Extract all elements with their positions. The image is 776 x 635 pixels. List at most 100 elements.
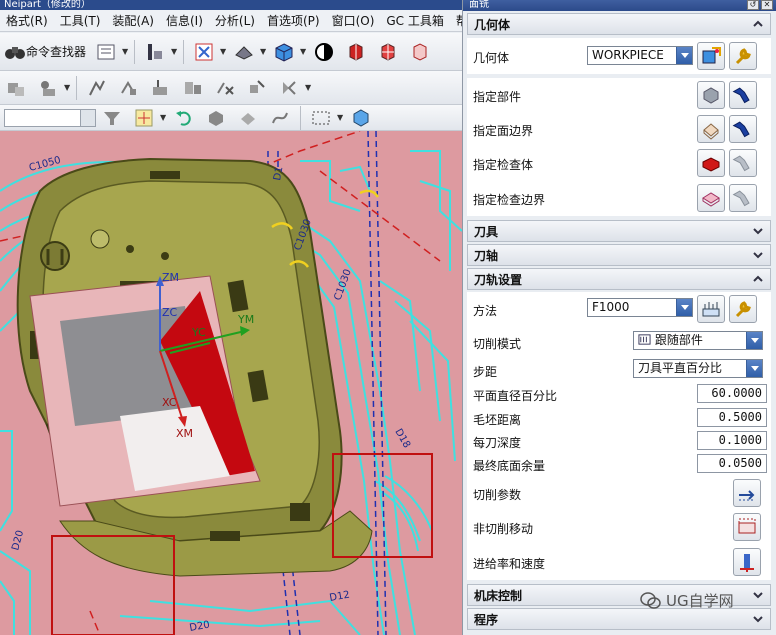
info-icon[interactable] <box>142 39 168 65</box>
component-icon[interactable] <box>35 75 61 101</box>
display-face-boundary-button[interactable] <box>729 115 757 143</box>
feeds-speeds-row: 进给率和速度 <box>467 544 771 580</box>
menu-preferences[interactable]: 首选项(P) <box>261 10 326 31</box>
method-select[interactable]: F1000 <box>587 298 693 317</box>
dropdown-arrow-icon[interactable]: ▼ <box>305 83 313 92</box>
specify-part-button[interactable] <box>697 81 725 109</box>
cutting-params-icon <box>739 490 755 501</box>
part-outline-icon[interactable] <box>407 39 433 65</box>
dropdown-arrow-icon[interactable]: ▼ <box>171 47 179 56</box>
dropdown-arrow-icon[interactable]: ▼ <box>300 47 308 56</box>
command-finder-button[interactable]: 命令查找器 <box>0 39 90 65</box>
section-header-tool[interactable]: 刀具 <box>467 220 771 242</box>
menu-tools[interactable]: 工具(T) <box>54 10 107 31</box>
specify-check-body-button[interactable] <box>697 149 725 177</box>
axis-label-ym: YM <box>237 313 254 326</box>
dropdown-arrow-icon[interactable]: ▼ <box>337 113 345 122</box>
flat-percent-input[interactable]: 60.0000 <box>697 384 767 403</box>
view-cube-small-icon[interactable] <box>348 105 374 130</box>
axis-label-xm: XM <box>176 427 193 440</box>
cut-pattern-select[interactable]: 跟随部件 <box>633 331 763 350</box>
list-icon[interactable] <box>93 39 119 65</box>
specify-face-boundary-row: 指定面边界 <box>467 112 771 146</box>
final-floor-stock-input[interactable]: 0.0500 <box>697 454 767 473</box>
section-header-tool-axis[interactable]: 刀轴 <box>467 244 771 266</box>
part-red-icon[interactable] <box>343 39 369 65</box>
select-value: WORKPIECE <box>592 48 664 62</box>
dropdown-arrow-icon[interactable]: ▼ <box>160 113 168 122</box>
menu-info[interactable]: 信息(I) <box>160 10 209 31</box>
edit-method-button[interactable] <box>729 295 757 323</box>
menu-gc-toolbox[interactable]: GC 工具箱 <box>380 10 450 31</box>
non-cutting-moves-button[interactable] <box>733 513 761 541</box>
depth-per-cut-input[interactable]: 0.1000 <box>697 431 767 450</box>
new-method-button[interactable] <box>697 295 725 323</box>
stepover-select[interactable]: 刀具平直百分比 <box>633 359 763 378</box>
fit-view-icon[interactable] <box>191 39 217 65</box>
constraint-icon[interactable] <box>84 75 110 101</box>
chevron-down-icon <box>753 228 763 235</box>
rectangle-select-icon[interactable] <box>308 105 334 130</box>
display-check-body-button[interactable] <box>729 149 757 177</box>
specify-face-boundary-button[interactable] <box>697 115 725 143</box>
row-label: 指定面边界 <box>473 124 534 138</box>
watermark-text: UG自学网 <box>666 592 734 610</box>
mate-icon[interactable] <box>148 75 174 101</box>
window-title: Neipart（修改的） <box>0 0 462 10</box>
dropdown-arrow-icon[interactable]: ▼ <box>122 47 130 56</box>
edit-geometry-button[interactable] <box>729 42 757 70</box>
assembly-icon[interactable] <box>3 75 29 101</box>
part-grid-icon[interactable] <box>375 39 401 65</box>
axis-label-yc: YC <box>191 326 206 339</box>
check-body-icon <box>702 157 720 172</box>
solid-body-icon[interactable] <box>203 105 229 130</box>
face-milling-dialog: 面铣 ↺ ✕ 几何体 几何体 WORKPIECE 指定部件 指定面边界 指定检查… <box>462 0 776 635</box>
row-label: 几何体 <box>473 51 510 65</box>
dropdown-arrow-icon[interactable]: ▼ <box>260 47 268 56</box>
render-style-icon[interactable] <box>231 39 257 65</box>
reset-icon[interactable]: ↺ <box>747 0 759 10</box>
menu-analysis[interactable]: 分析(L) <box>209 10 261 31</box>
dropdown-arrow-icon[interactable]: ▼ <box>220 47 228 56</box>
section-header-toolpath-settings[interactable]: 刀轨设置 <box>467 268 771 290</box>
dropdown-arrow-icon[interactable]: ▼ <box>64 83 72 92</box>
filter-icon[interactable] <box>99 105 125 130</box>
align-icon[interactable] <box>180 75 206 101</box>
snap-point-icon[interactable] <box>131 105 157 130</box>
curve-icon[interactable] <box>267 105 293 130</box>
cube-view-icon[interactable] <box>271 39 297 65</box>
geometry-select[interactable]: WORKPIECE <box>587 46 693 65</box>
display-check-boundary-button[interactable] <box>729 184 757 212</box>
row-label: 指定检查体 <box>473 158 534 172</box>
menu-bar: 格式(R) 工具(T) 装配(A) 信息(I) 分析(L) 首选项(P) 窗口(… <box>0 10 462 32</box>
cutting-params-button[interactable] <box>733 479 761 507</box>
display-part-button[interactable] <box>729 81 757 109</box>
section-view-icon[interactable] <box>311 39 337 65</box>
specify-check-boundary-button[interactable] <box>697 184 725 212</box>
graphics-viewport[interactable]: ZM ZC YC YM XC XM C1050 C1030 C1030 D1 D… <box>0 131 462 635</box>
close-icon[interactable]: ✕ <box>761 0 773 10</box>
undo-icon[interactable] <box>171 105 197 130</box>
row-label: 平面直径百分比 <box>473 389 558 403</box>
new-geometry-icon <box>702 47 721 64</box>
row-label: 非切削移动 <box>473 522 534 536</box>
new-geometry-button[interactable] <box>697 42 725 70</box>
axis-label-zm: ZM <box>162 271 179 284</box>
delete-constraint-icon[interactable] <box>212 75 238 101</box>
chevron-up-icon <box>753 20 763 27</box>
feeds-speeds-button[interactable] <box>733 548 761 576</box>
menu-help[interactable]: 帮 <box>450 10 462 31</box>
blank-distance-input[interactable]: 0.5000 <box>697 408 767 427</box>
menu-format[interactable]: 格式(R) <box>0 10 54 31</box>
mirror-icon[interactable] <box>276 75 302 101</box>
face-icon[interactable] <box>235 105 261 130</box>
menu-assembly[interactable]: 装配(A) <box>106 10 160 31</box>
move-component-icon[interactable] <box>116 75 142 101</box>
section-title: 程序 <box>474 612 499 627</box>
pattern-icon[interactable] <box>244 75 270 101</box>
selection-filter-combo[interactable] <box>4 108 96 127</box>
chevron-down-icon <box>676 299 692 316</box>
section-header-geometry[interactable]: 几何体 <box>467 13 771 35</box>
section-header-program[interactable]: 程序 <box>467 608 771 630</box>
menu-window[interactable]: 窗口(O) <box>326 10 381 31</box>
